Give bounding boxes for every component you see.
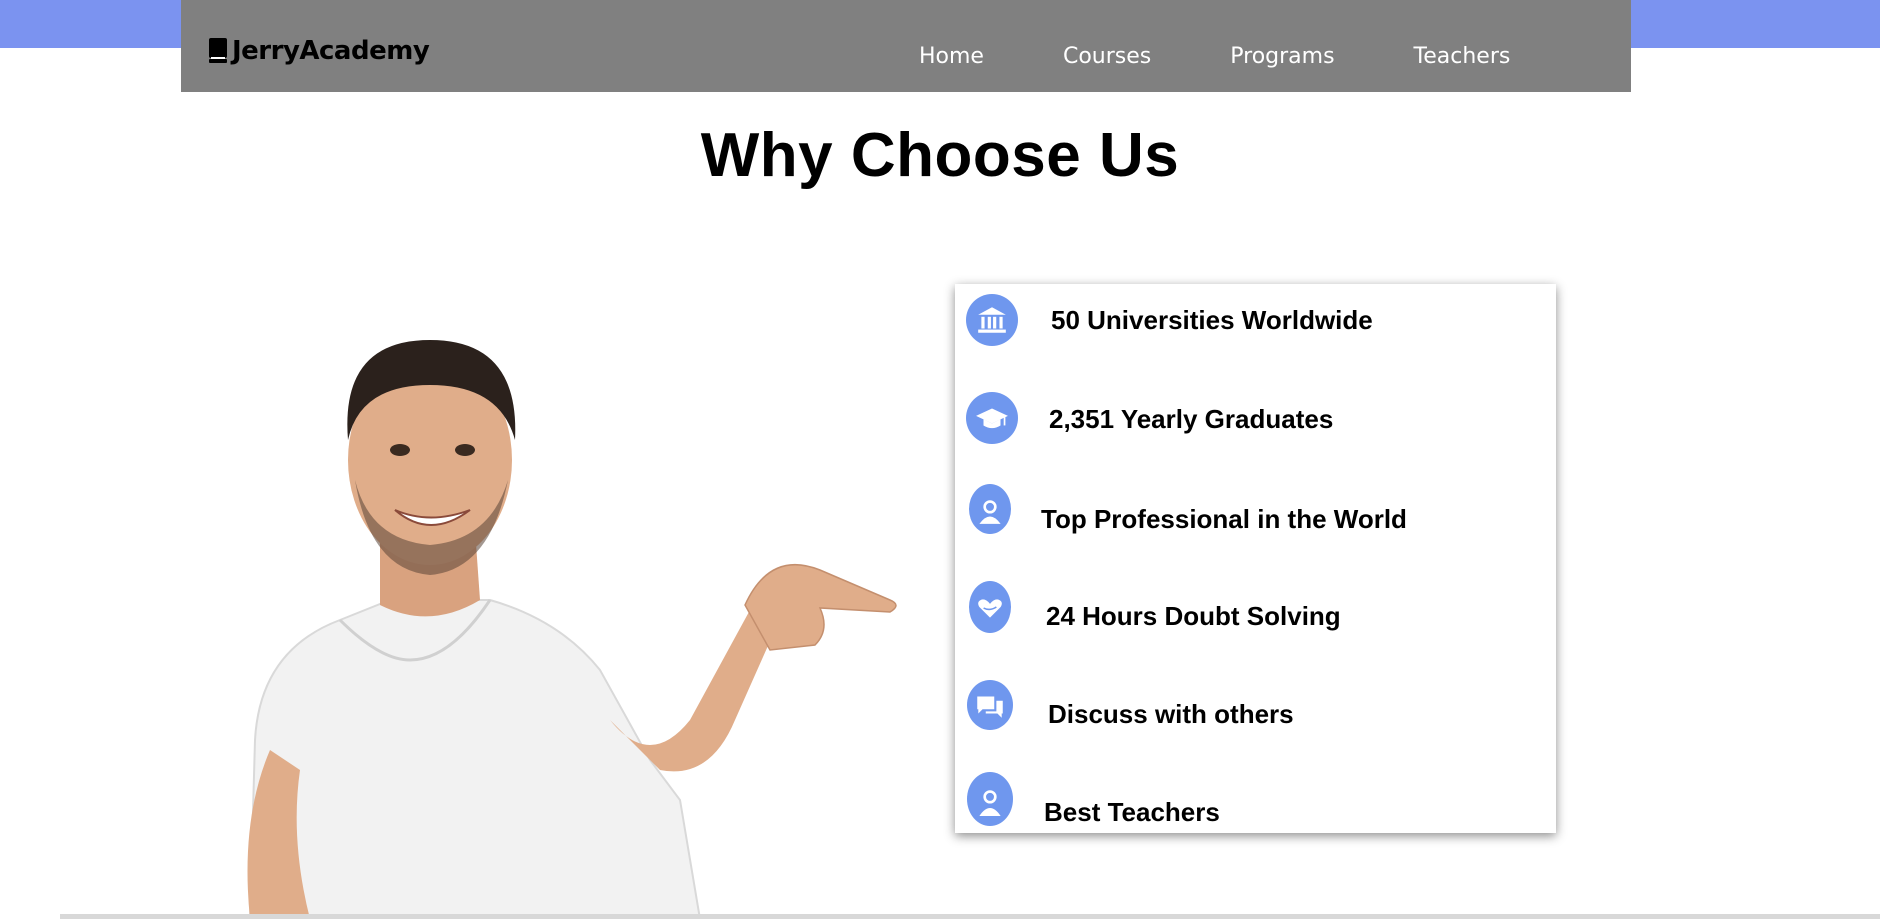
section-title: Why Choose Us — [700, 121, 1180, 190]
feature-graduates: 2,351 Yearly Graduates — [955, 392, 1556, 452]
graduation-cap-icon — [966, 392, 1018, 444]
brand-logo[interactable]: JerryAcademy — [208, 33, 430, 69]
navbar: JerryAcademy Home Courses Programs Teach… — [181, 0, 1631, 92]
brand-name: JerryAcademy — [232, 36, 430, 66]
features-card: 50 Universities Worldwide 2,351 Yearly G… — [955, 284, 1556, 833]
page-bottom-divider — [60, 914, 1880, 919]
nav-programs[interactable]: Programs — [1230, 40, 1334, 74]
user-icon — [967, 772, 1013, 826]
feature-universities: 50 Universities Worldwide — [955, 293, 1556, 353]
feature-label: 24 Hours Doubt Solving — [1046, 601, 1341, 631]
feature-label: 2,351 Yearly Graduates — [1049, 404, 1334, 434]
heart-hand-icon — [969, 581, 1011, 633]
hero-person-image — [247, 340, 897, 919]
nav-home[interactable]: Home — [919, 40, 984, 74]
nav-teachers[interactable]: Teachers — [1414, 40, 1511, 74]
feature-top-professional: Top Professional in the World — [955, 484, 1556, 544]
book-icon — [209, 38, 227, 63]
feature-label: 50 Universities Worldwide — [1051, 305, 1373, 335]
user-icon — [969, 484, 1011, 534]
feature-doubt-solving: 24 Hours Doubt Solving — [955, 581, 1556, 641]
university-icon — [966, 294, 1018, 346]
feature-label: Best Teachers — [1044, 797, 1220, 827]
chat-icon — [967, 680, 1013, 730]
feature-best-teachers: Best Teachers — [955, 772, 1556, 832]
nav-courses[interactable]: Courses — [1063, 40, 1151, 74]
main-nav: Home Courses Programs Teachers — [919, 40, 1589, 74]
feature-label: Top Professional in the World — [1041, 504, 1407, 534]
feature-discuss: Discuss with others — [955, 680, 1556, 740]
feature-label: Discuss with others — [1048, 699, 1294, 729]
